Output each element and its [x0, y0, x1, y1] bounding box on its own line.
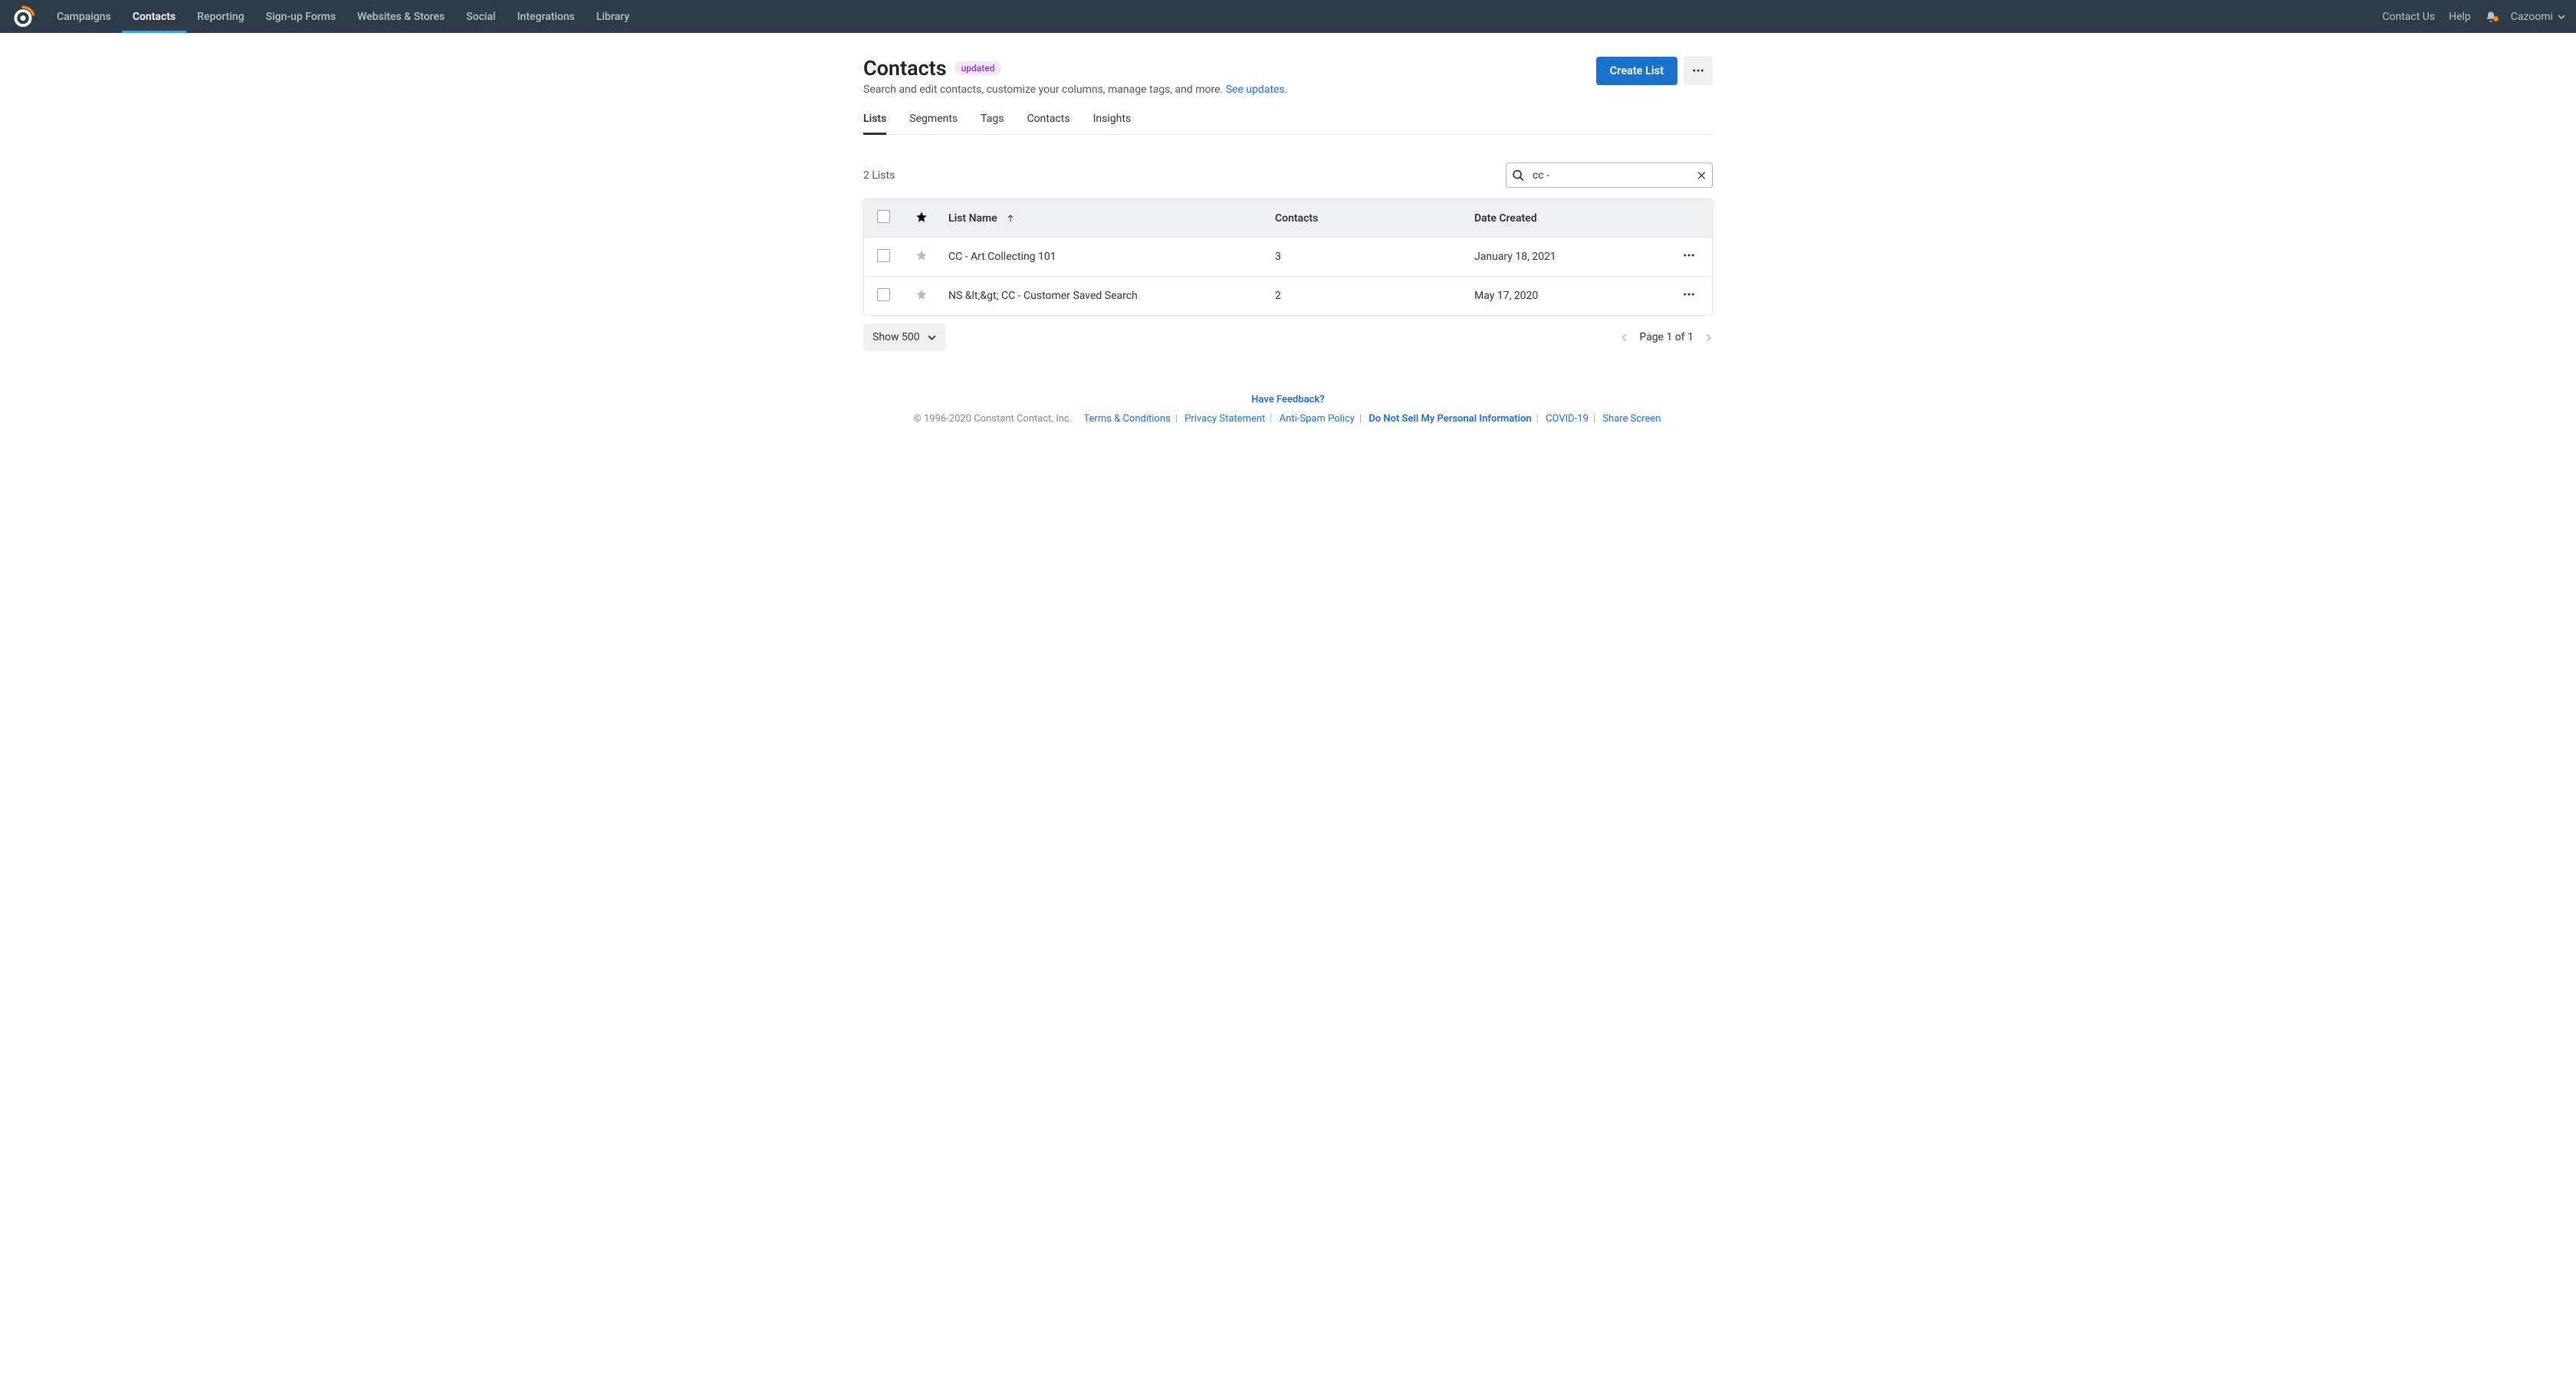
header-date-created[interactable]: Date Created [1467, 199, 1666, 238]
tab-lists[interactable]: Lists [863, 113, 886, 134]
chevron-right-icon [1704, 333, 1713, 342]
page-subtitle-text: Search and edit contacts, customize your… [863, 84, 1226, 96]
footer-links: Terms & Conditions| Privacy Statement| A… [1082, 413, 1662, 425]
nav-library[interactable]: Library [586, 0, 640, 33]
page-indicator: Page 1 of 1 [1639, 331, 1694, 343]
nav-contacts[interactable]: Contacts [122, 0, 186, 33]
tab-tags[interactable]: Tags [981, 113, 1004, 134]
chevron-down-icon [2558, 13, 2565, 21]
create-list-button[interactable]: Create List [1596, 57, 1677, 85]
updated-badge: updated [955, 61, 1002, 75]
nav-left: Campaigns Contacts Reporting Sign-up For… [46, 0, 640, 33]
table-row: NS &lt;&gt; CC - Customer Saved Search 2… [864, 277, 1712, 316]
select-all-checkbox[interactable] [877, 210, 890, 223]
page-header-left: Contacts updated Search and edit contact… [863, 56, 1287, 96]
page-title-row: Contacts updated [863, 56, 1287, 80]
star-filled-icon [915, 211, 928, 223]
header-contacts[interactable]: Contacts [1267, 199, 1467, 238]
footer-link-antispam[interactable]: Anti-Spam Policy [1280, 413, 1355, 425]
footer-link-terms[interactable]: Terms & Conditions [1083, 413, 1170, 425]
nav-help[interactable]: Help [2449, 11, 2471, 23]
row-date: May 17, 2020 [1467, 277, 1666, 316]
brand-logo[interactable] [0, 5, 46, 29]
row-actions-button[interactable] [1682, 287, 1696, 301]
more-horizontal-icon [1691, 64, 1705, 77]
nav-right: Contact Us Help Cazoomi [2382, 11, 2565, 23]
search-input[interactable] [1506, 162, 1713, 188]
chevron-down-icon [928, 333, 936, 342]
star-outline-icon [915, 249, 928, 261]
header-star-cell[interactable] [902, 199, 941, 238]
header-list-name-label: List Name [948, 212, 997, 225]
row-list-name[interactable]: NS &lt;&gt; CC - Customer Saved Search [941, 277, 1267, 316]
subnav-tabs: Lists Segments Tags Contacts Insights [863, 113, 1713, 135]
tab-insights[interactable]: Insights [1093, 113, 1132, 134]
more-horizontal-icon [1682, 287, 1696, 301]
page-header-right: Create List [1596, 56, 1713, 85]
header-actions-cell [1666, 199, 1712, 238]
row-date: January 18, 2021 [1467, 238, 1666, 277]
tab-segments[interactable]: Segments [909, 113, 958, 134]
account-menu[interactable]: Cazoomi [2511, 11, 2565, 23]
chevron-left-icon [1620, 333, 1628, 342]
sort-asc-icon [1006, 214, 1015, 223]
row-contacts: 2 [1267, 277, 1467, 316]
footer-link-covid[interactable]: COVID-19 [1546, 413, 1589, 425]
header-checkbox-cell [864, 199, 902, 238]
row-list-name[interactable]: CC - Art Collecting 101 [941, 238, 1267, 277]
clear-search-button[interactable] [1697, 170, 1707, 180]
next-page-button[interactable] [1704, 333, 1713, 342]
row-actions-button[interactable] [1682, 248, 1696, 262]
row-checkbox[interactable] [877, 249, 890, 262]
more-horizontal-icon [1682, 248, 1696, 262]
prev-page-button[interactable] [1620, 333, 1628, 342]
nav-contact-us[interactable]: Contact Us [2382, 11, 2435, 23]
rows-per-page-label: Show 500 [872, 331, 920, 343]
footer-link-dnsmi[interactable]: Do Not Sell My Personal Information [1368, 413, 1531, 425]
notifications-button[interactable] [2485, 11, 2497, 23]
notification-dot-icon [2493, 16, 2499, 21]
footer-link-privacy[interactable]: Privacy Statement [1184, 413, 1265, 425]
top-navigation: Campaigns Contacts Reporting Sign-up For… [0, 0, 2576, 33]
search-box [1506, 162, 1713, 188]
nav-signup-forms[interactable]: Sign-up Forms [255, 0, 347, 33]
row-star-button[interactable] [915, 288, 928, 300]
footer-link-share-screen[interactable]: Share Screen [1602, 413, 1661, 425]
lists-table: List Name Contacts Date Created [863, 199, 1713, 316]
table-header-row: List Name Contacts Date Created [864, 199, 1712, 238]
account-name: Cazoomi [2511, 11, 2553, 23]
list-count: 2 Lists [863, 169, 895, 182]
row-contacts: 3 [1267, 238, 1467, 277]
constant-contact-logo-icon [11, 5, 35, 29]
search-icon [1512, 169, 1525, 182]
nav-campaigns[interactable]: Campaigns [46, 0, 122, 33]
close-icon [1697, 170, 1707, 180]
table-row: CC - Art Collecting 101 3 January 18, 20… [864, 238, 1712, 277]
pagination: Page 1 of 1 [1620, 331, 1713, 343]
star-outline-icon [915, 288, 928, 300]
rows-per-page-select[interactable]: Show 500 [863, 323, 945, 351]
more-actions-button[interactable] [1684, 56, 1713, 85]
page-subtitle: Search and edit contacts, customize your… [863, 84, 1287, 96]
main-container: Contacts updated Search and edit contact… [863, 33, 1713, 455]
page-title: Contacts [863, 56, 947, 80]
copyright-text: © 1996-2020 Constant Contact, Inc. [914, 413, 1073, 425]
header-list-name[interactable]: List Name [941, 199, 1267, 238]
row-checkbox[interactable] [877, 288, 890, 301]
tool-row: 2 Lists [863, 162, 1713, 188]
see-updates-link[interactable]: See updates. [1226, 84, 1288, 96]
page-header: Contacts updated Search and edit contact… [863, 56, 1713, 96]
nav-integrations[interactable]: Integrations [506, 0, 585, 33]
row-star-button[interactable] [915, 249, 928, 261]
page-footer: Have Feedback? © 1996-2020 Constant Cont… [863, 394, 1713, 455]
nav-websites-stores[interactable]: Websites & Stores [347, 0, 455, 33]
have-feedback-link[interactable]: Have Feedback? [863, 394, 1713, 405]
table-footer: Show 500 Page 1 of 1 [863, 323, 1713, 351]
nav-reporting[interactable]: Reporting [186, 0, 255, 33]
nav-social[interactable]: Social [455, 0, 506, 33]
tab-contacts[interactable]: Contacts [1027, 113, 1070, 134]
